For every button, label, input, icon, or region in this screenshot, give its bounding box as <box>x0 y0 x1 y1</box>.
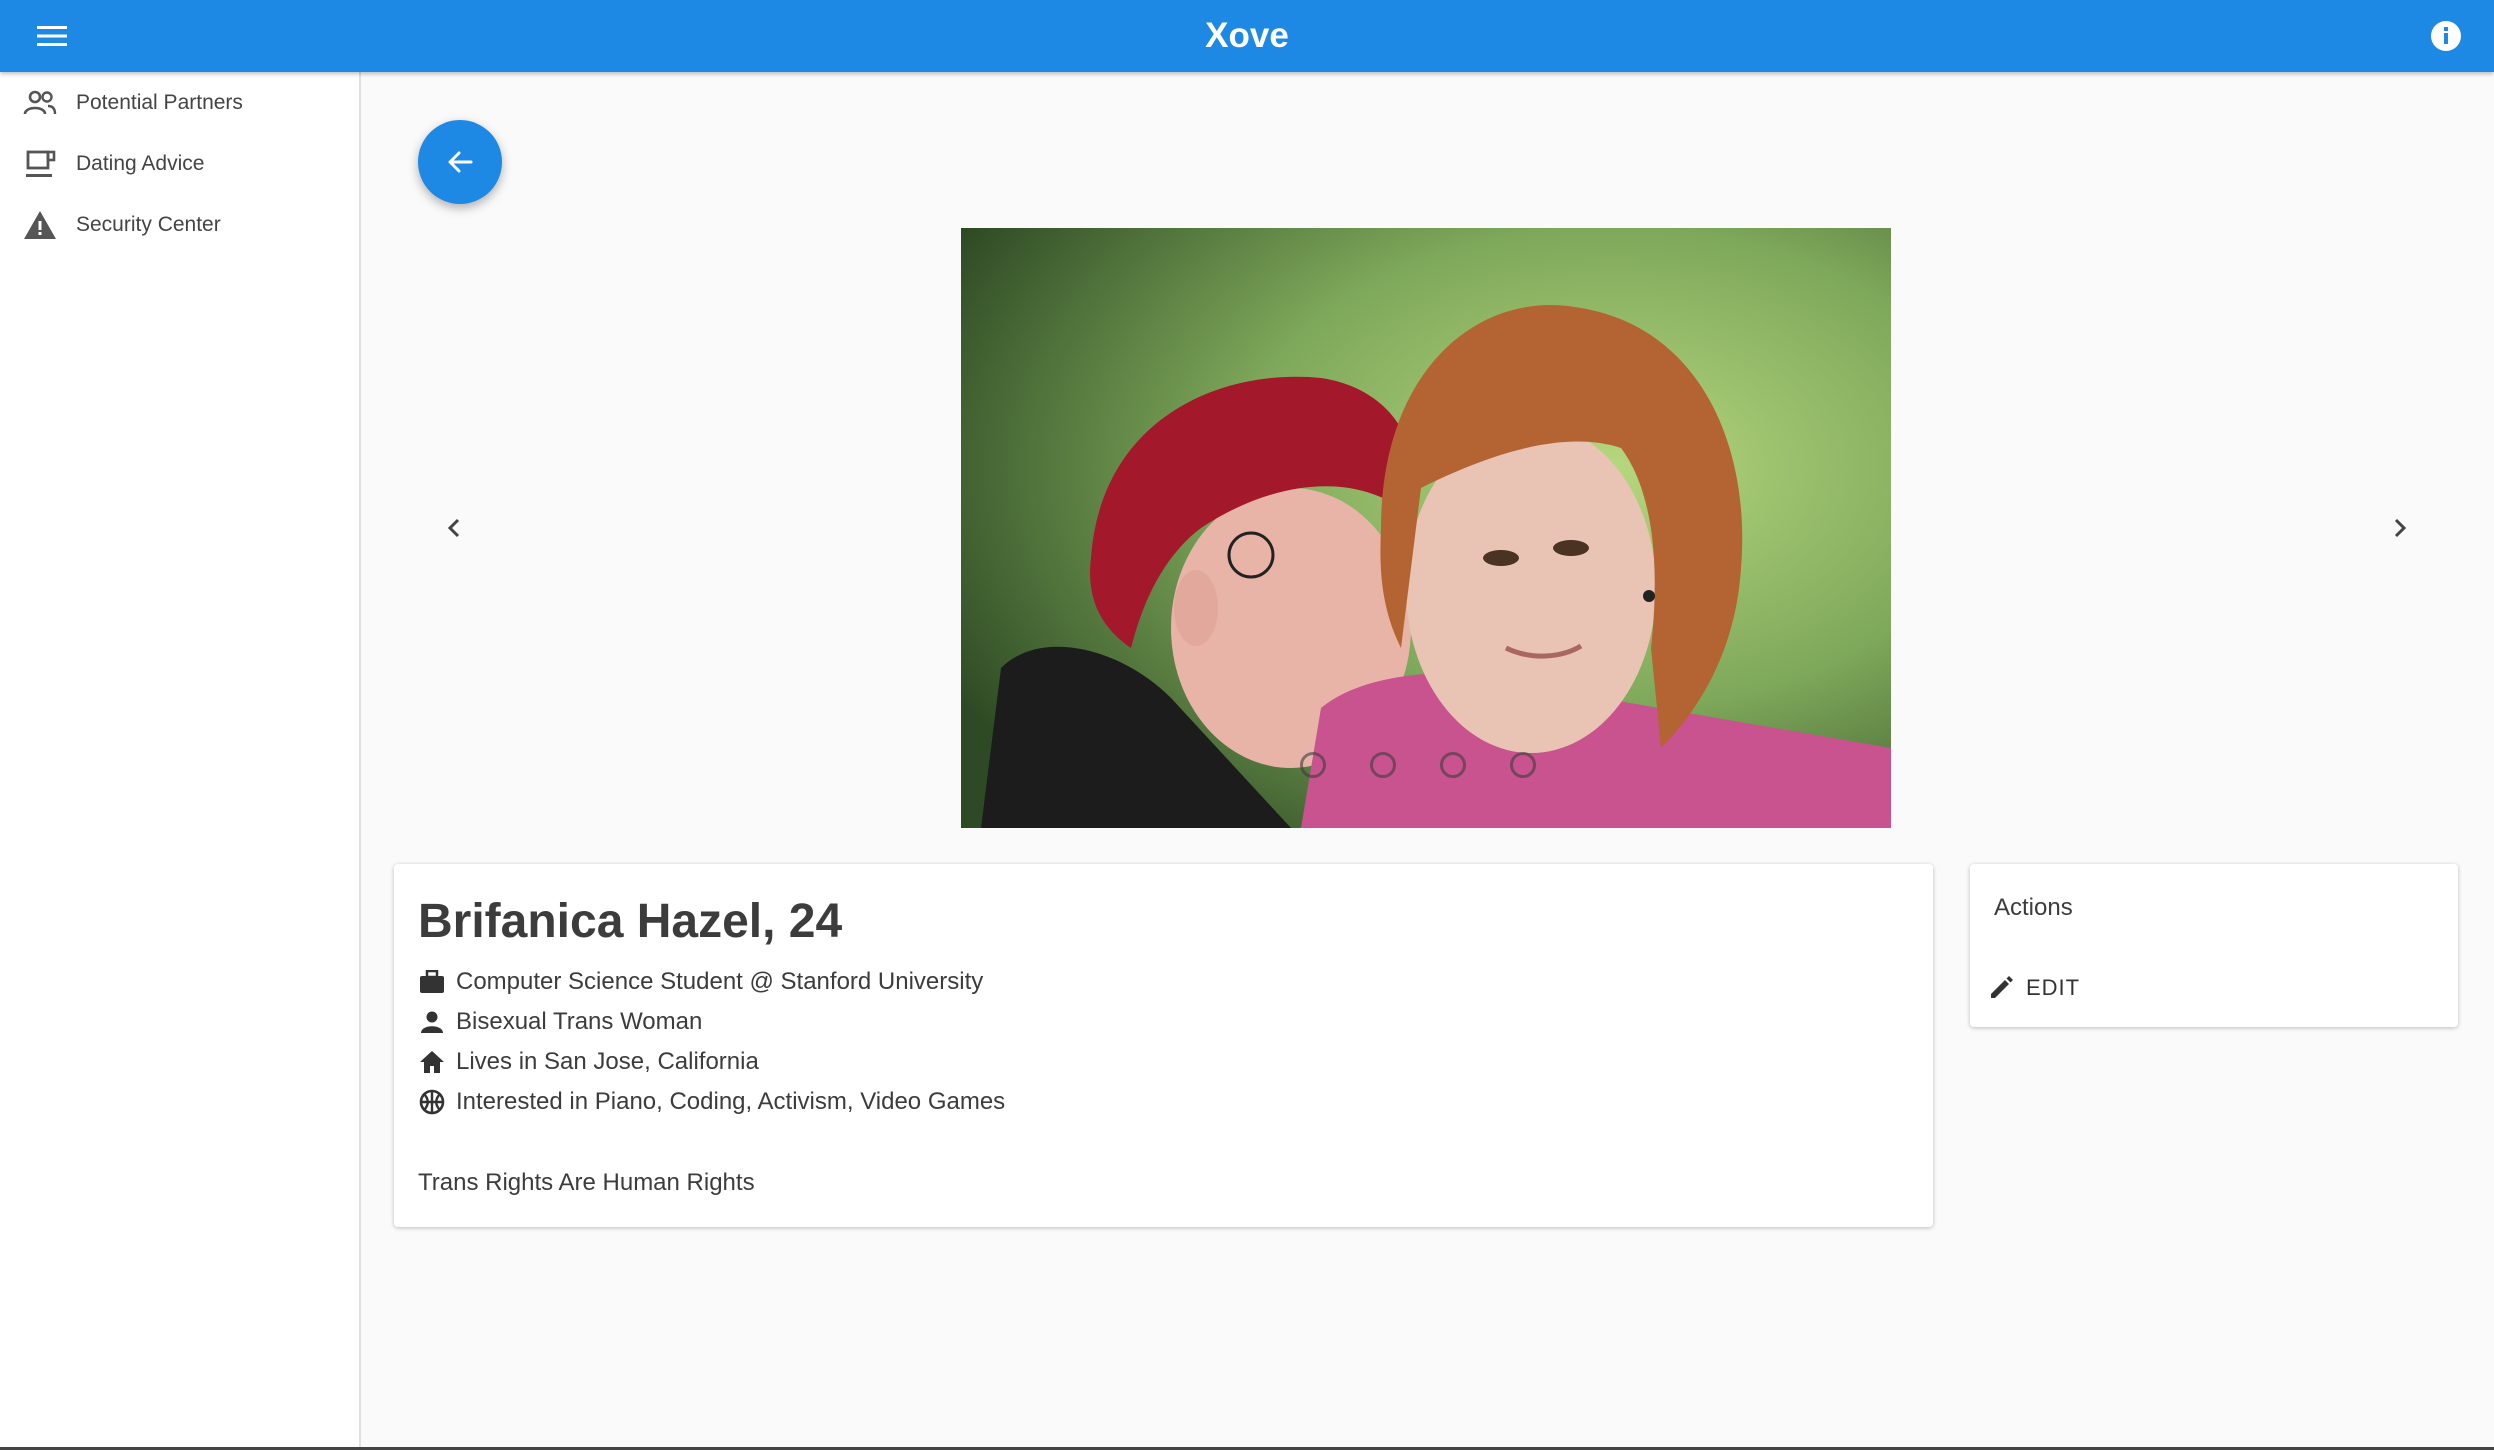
carousel-dot[interactable] <box>1510 752 1536 778</box>
profile-bio: Trans Rights Are Human Rights <box>418 1169 755 1196</box>
occupation-text: Computer Science Student @ Stanford Univ… <box>456 968 984 995</box>
profile-photo <box>961 228 1891 828</box>
edit-button-label: EDIT <box>2026 975 2081 1000</box>
carousel-dot[interactable] <box>1370 752 1396 778</box>
carousel-prev-button[interactable] <box>434 508 474 548</box>
chevron-right-icon <box>2394 518 2407 538</box>
sidebar-item-potential-partners[interactable]: Potential Partners <box>0 72 359 133</box>
home-icon <box>418 1048 446 1076</box>
sidebar-item-dating-advice[interactable]: Dating Advice <box>0 133 359 194</box>
carousel-dot[interactable] <box>1300 752 1326 778</box>
profile-identity: Bisexual Trans Woman <box>418 1004 702 1040</box>
info-button[interactable] <box>2428 18 2464 54</box>
pencil-icon <box>1991 976 2013 998</box>
actions-heading: Actions <box>1994 894 2073 921</box>
briefcase-icon <box>418 968 446 996</box>
profile-interests: Interested in Piano, Coding, Activism, V… <box>418 1084 1005 1120</box>
carousel-next-button[interactable] <box>2380 508 2420 548</box>
basketball-icon <box>418 1088 446 1116</box>
carousel-indicators <box>1300 752 1536 782</box>
edit-button[interactable]: EDIT <box>1988 968 2080 1008</box>
sidebar: Potential Partners Dating Advice Securit… <box>0 72 361 1450</box>
warning-icon <box>22 207 58 243</box>
profile-location: Lives in San Jose, California <box>418 1044 759 1080</box>
actions-card: Actions EDIT <box>1970 864 2458 1027</box>
profile-name: Brifanica Hazel, 24 <box>418 895 843 948</box>
person-icon <box>418 1008 446 1036</box>
sidebar-item-label: Dating Advice <box>76 151 205 175</box>
profile-occupation: Computer Science Student @ Stanford Univ… <box>418 964 983 1000</box>
arrow-back-icon <box>448 151 473 173</box>
chevron-left-icon <box>447 518 460 538</box>
profile-card: Brifanica Hazel, 24 Computer Science Stu… <box>394 864 1933 1227</box>
location-text: Lives in San Jose, California <box>456 1048 759 1075</box>
sidebar-item-security-center[interactable]: Security Center <box>0 194 359 255</box>
coffee-cup-icon <box>22 146 58 182</box>
app-bar: Xove <box>0 0 2494 72</box>
app-title: Xove <box>1205 16 1289 55</box>
info-icon <box>2431 21 2461 51</box>
sidebar-item-label: Security Center <box>76 212 221 236</box>
people-icon <box>22 85 58 121</box>
interests-text: Interested in Piano, Coding, Activism, V… <box>456 1088 1006 1115</box>
identity-text: Bisexual Trans Woman <box>456 1008 703 1035</box>
carousel-dot[interactable] <box>1440 752 1466 778</box>
back-button[interactable] <box>418 120 502 204</box>
sidebar-item-label: Potential Partners <box>76 90 243 114</box>
